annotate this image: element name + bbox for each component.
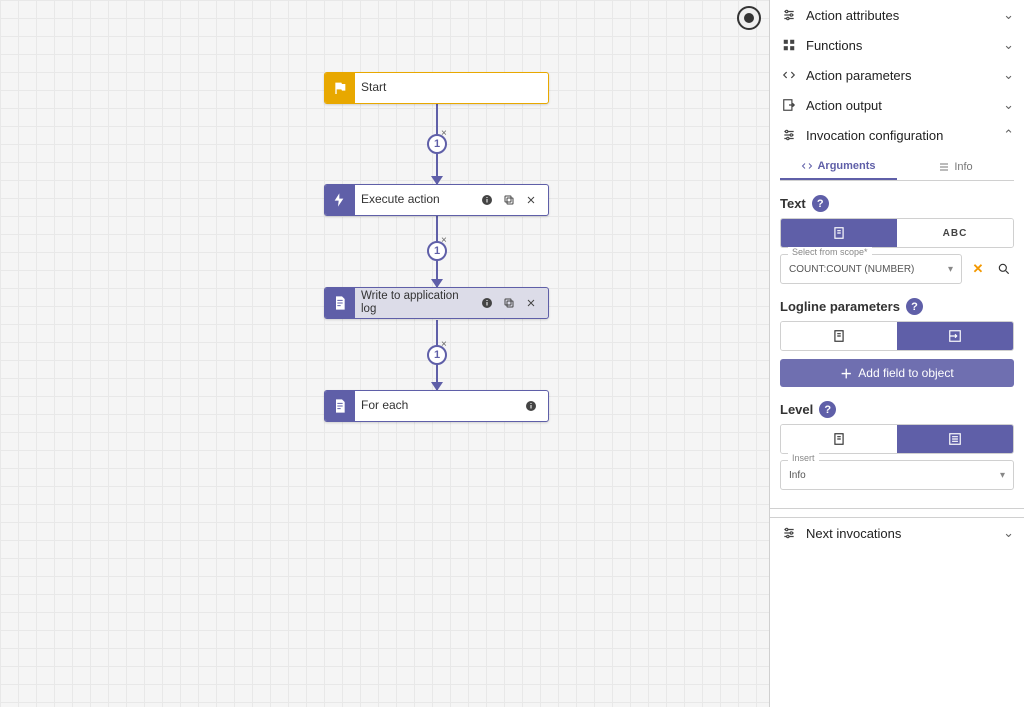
search-icon[interactable] bbox=[994, 259, 1014, 279]
chevron-up-icon: ⌃ bbox=[1003, 127, 1014, 143]
tab-label: Info bbox=[954, 161, 972, 173]
section-label: Invocation configuration bbox=[806, 128, 995, 143]
properties-panel[interactable]: Action attributes ⌄ Functions ⌄ Action p… bbox=[769, 0, 1024, 707]
section-label: Action parameters bbox=[806, 68, 995, 83]
field-label-logline: Logline parameters ? bbox=[780, 298, 1014, 315]
section-label: Functions bbox=[806, 38, 995, 53]
section-functions[interactable]: Functions ⌄ bbox=[770, 30, 1024, 60]
level-select[interactable]: Info ▾ bbox=[780, 460, 1014, 490]
node-write-log[interactable]: Write to application log bbox=[324, 287, 549, 319]
info-icon[interactable] bbox=[476, 189, 498, 211]
section-action-attributes[interactable]: Action attributes ⌄ bbox=[770, 0, 1024, 30]
chevron-down-icon: ⌄ bbox=[1003, 97, 1014, 113]
tab-arguments[interactable]: Arguments bbox=[780, 154, 897, 180]
section-label: Action attributes bbox=[806, 8, 995, 23]
node-start[interactable]: Start bbox=[324, 72, 549, 104]
caret-down-icon: ▾ bbox=[1000, 470, 1005, 481]
connector: × 1 bbox=[436, 320, 438, 390]
toggle-scope[interactable] bbox=[781, 425, 897, 453]
tab-info[interactable]: Info bbox=[897, 154, 1014, 180]
sliders-icon bbox=[780, 526, 798, 540]
toggle-list[interactable] bbox=[897, 425, 1013, 453]
copy-icon[interactable] bbox=[498, 292, 520, 314]
plus-icon: ＋ bbox=[840, 365, 852, 382]
toggle-scope[interactable] bbox=[781, 322, 897, 350]
close-icon[interactable] bbox=[520, 292, 542, 314]
select-float-label: Insert bbox=[788, 453, 819, 463]
select-float-label: Select from scope* bbox=[788, 247, 872, 257]
connector-order[interactable]: 1 bbox=[427, 134, 447, 154]
toggle-literal[interactable]: ABC bbox=[897, 219, 1013, 247]
help-icon[interactable]: ? bbox=[819, 401, 836, 418]
connector: × 1 bbox=[436, 104, 438, 184]
invocation-tabs: Arguments Info bbox=[780, 154, 1014, 181]
caret-down-icon: ▾ bbox=[948, 264, 953, 275]
select-value: Info bbox=[789, 470, 806, 481]
export-icon bbox=[780, 98, 798, 112]
add-field-button[interactable]: ＋ Add field to object bbox=[780, 359, 1014, 387]
select-from-scope[interactable]: COUNT:COUNT (NUMBER) ▾ bbox=[780, 254, 962, 284]
node-for-each[interactable]: For each bbox=[324, 390, 549, 422]
field-label-level: Level ? bbox=[780, 401, 1014, 418]
collapse-panel-button[interactable] bbox=[737, 6, 761, 30]
chevron-down-icon: ⌄ bbox=[1003, 525, 1014, 541]
section-label: Action output bbox=[806, 98, 995, 113]
toggle-scope[interactable] bbox=[781, 219, 897, 247]
section-action-parameters[interactable]: Action parameters ⌄ bbox=[770, 60, 1024, 90]
connector: × 1 bbox=[436, 215, 438, 287]
sliders-icon bbox=[780, 128, 798, 142]
chevron-down-icon: ⌄ bbox=[1003, 7, 1014, 23]
node-title: For each bbox=[361, 397, 516, 415]
copy-icon[interactable] bbox=[498, 189, 520, 211]
select-value: COUNT:COUNT (NUMBER) bbox=[789, 264, 914, 275]
grid-icon bbox=[780, 38, 798, 52]
section-label: Next invocations bbox=[806, 526, 995, 541]
chevron-down-icon: ⌄ bbox=[1003, 67, 1014, 83]
logline-mode-toggle bbox=[780, 321, 1014, 351]
invocation-body: Arguments Info Text ? ABC bbox=[770, 154, 1024, 517]
level-mode-toggle bbox=[780, 424, 1014, 454]
node-execute-action[interactable]: Execute action bbox=[324, 184, 549, 216]
section-next-invocations[interactable]: Next invocations ⌄ bbox=[770, 517, 1024, 548]
close-icon[interactable] bbox=[520, 189, 542, 211]
section-action-output[interactable]: Action output ⌄ bbox=[770, 90, 1024, 120]
document-icon bbox=[325, 391, 355, 421]
section-invocation-config[interactable]: Invocation configuration ⌃ bbox=[770, 120, 1024, 150]
node-title: Start bbox=[361, 79, 542, 97]
info-icon[interactable] bbox=[476, 292, 498, 314]
text-mode-toggle: ABC bbox=[780, 218, 1014, 248]
field-label-text: Text ? bbox=[780, 195, 1014, 212]
arrows-horizontal-icon bbox=[780, 68, 798, 82]
node-title: Write to application log bbox=[361, 288, 472, 318]
help-icon[interactable]: ? bbox=[906, 298, 923, 315]
button-label: Add field to object bbox=[858, 366, 953, 380]
sliders-icon bbox=[780, 8, 798, 22]
chevron-down-icon: ⌄ bbox=[1003, 37, 1014, 53]
toggle-import[interactable] bbox=[897, 322, 1013, 350]
document-icon bbox=[325, 288, 355, 318]
connector-order[interactable]: 1 bbox=[427, 345, 447, 365]
tab-label: Arguments bbox=[817, 160, 875, 172]
clear-icon[interactable]: ✕ bbox=[968, 259, 988, 279]
connector-order[interactable]: 1 bbox=[427, 241, 447, 261]
node-title: Execute action bbox=[361, 191, 472, 209]
help-icon[interactable]: ? bbox=[812, 195, 829, 212]
bolt-icon bbox=[325, 185, 355, 215]
flag-icon bbox=[325, 73, 355, 103]
info-icon[interactable] bbox=[520, 395, 542, 417]
